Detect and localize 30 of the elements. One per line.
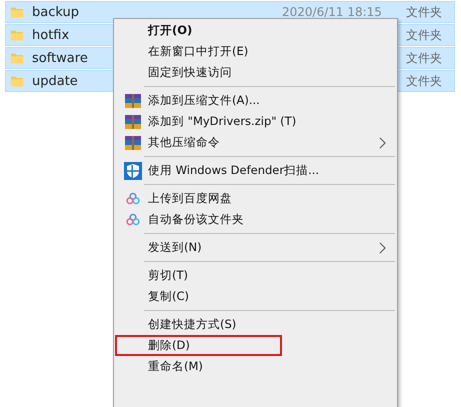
menu-item[interactable]: 上传到百度网盘	[115, 188, 396, 209]
menu-item[interactable]: 创建快捷方式(S)	[115, 314, 396, 335]
shield-icon	[124, 162, 142, 180]
menu-item[interactable]: 打开(O)	[115, 20, 396, 41]
archive-icon	[124, 136, 140, 150]
menu-item[interactable]: 复制(C)	[115, 286, 396, 307]
menu-item[interactable]: 剪切(T)	[115, 265, 396, 286]
menu-item[interactable]: 发送到(N)	[115, 237, 396, 258]
menu-item[interactable]: 添加到 "MyDrivers.zip" (T)	[115, 111, 396, 132]
menu-item[interactable]: 其他压缩命令	[115, 132, 396, 153]
menu-item[interactable]: 重命名(M)	[115, 356, 396, 377]
menu-item[interactable]: 使用 Windows Defender扫描...	[115, 160, 396, 181]
cloud-icon	[126, 213, 140, 226]
folder-type: 文件夹	[406, 26, 442, 44]
menu-item[interactable]: 固定到快速访问	[115, 62, 396, 83]
folder-name: update	[32, 74, 79, 88]
menu-item[interactable]: 自动备份该文件夹	[115, 209, 396, 230]
folder-type: 文件夹	[406, 4, 442, 20]
modified-date: 2020/6/11 18:15	[282, 6, 382, 18]
cloud-icon	[126, 192, 140, 205]
menu-item[interactable]: 添加到压缩文件(A)...	[115, 90, 396, 111]
archive-icon	[124, 114, 140, 128]
archive-icon	[124, 94, 140, 108]
folder-name: software	[32, 50, 89, 66]
folder-name: hotfix	[32, 28, 70, 42]
folder-name: backup	[32, 4, 80, 20]
menu-item[interactable]: 在新窗口中打开(E)	[115, 41, 396, 62]
menu-item[interactable]: 删除(D)	[115, 335, 282, 356]
folder-type: 文件夹	[406, 50, 442, 66]
folder-type: 文件夹	[406, 72, 442, 90]
